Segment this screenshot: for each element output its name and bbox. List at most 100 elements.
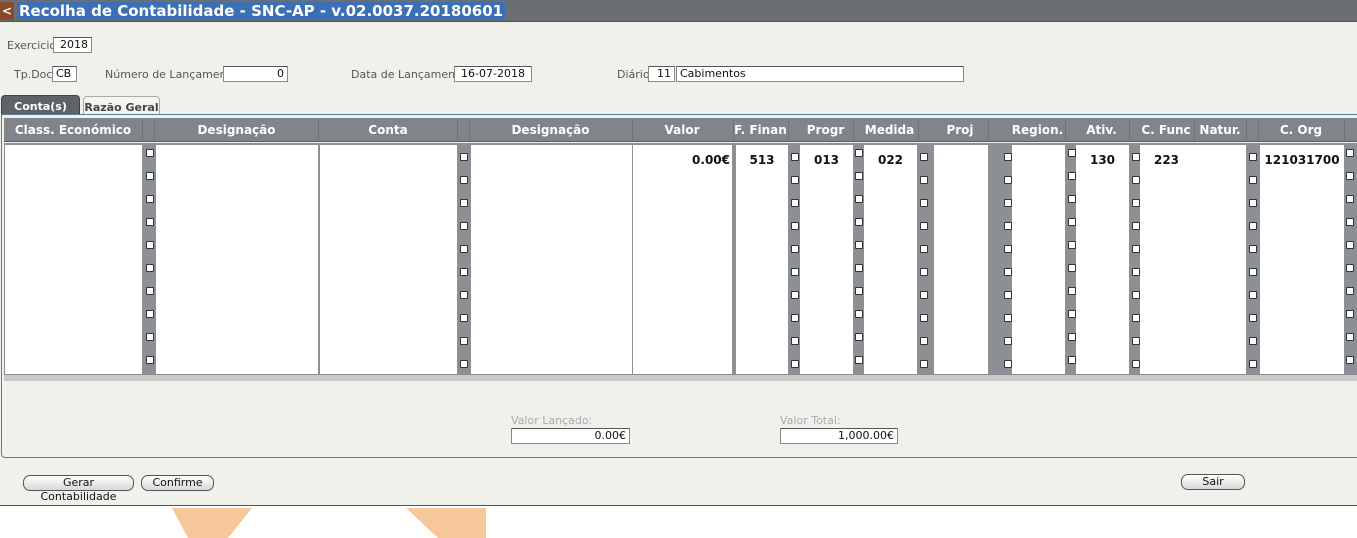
row-select-checkbox[interactable] (1346, 195, 1354, 203)
row-select-checkbox[interactable] (791, 245, 799, 253)
row-select-checkbox[interactable] (1004, 314, 1012, 322)
row-select-checkbox[interactable] (791, 314, 799, 322)
row-select-checkbox[interactable] (1004, 291, 1012, 299)
row-select-checkbox[interactable] (146, 356, 154, 364)
row-select-checkbox[interactable] (791, 291, 799, 299)
col-header-designacao-1[interactable]: Designação (156, 118, 317, 142)
row-select-checkbox[interactable] (1068, 264, 1076, 272)
row-select-checkbox[interactable] (1346, 287, 1354, 295)
row-select-checkbox[interactable] (855, 218, 863, 226)
row-select-checkbox[interactable] (1004, 360, 1012, 368)
col-header-conta[interactable]: Conta (319, 118, 457, 142)
tpdoc-field[interactable]: CB (52, 66, 77, 82)
row-select-checkbox[interactable] (1132, 245, 1140, 253)
row-select-checkbox[interactable] (1068, 218, 1076, 226)
grid-col-medida[interactable] (864, 145, 917, 374)
row-select-checkbox[interactable] (920, 199, 928, 207)
cell-valor[interactable]: 0.00€ (633, 153, 730, 167)
grid-col-proj[interactable] (934, 145, 988, 374)
col-header-natur[interactable]: Natur. (1194, 118, 1246, 142)
cell-c-func[interactable]: 223 (1140, 153, 1193, 167)
row-select-checkbox[interactable] (460, 245, 468, 253)
row-select-checkbox[interactable] (855, 172, 863, 180)
row-select-checkbox[interactable] (920, 245, 928, 253)
row-select-checkbox[interactable] (1132, 337, 1140, 345)
row-select-checkbox[interactable] (1132, 314, 1140, 322)
row-select-checkbox[interactable] (1132, 176, 1140, 184)
row-select-checkbox[interactable] (146, 149, 154, 157)
row-select-checkbox[interactable] (1068, 356, 1076, 364)
row-select-checkbox[interactable] (1249, 360, 1257, 368)
cell-c-org[interactable]: 121031700 (1260, 153, 1344, 167)
row-select-checkbox[interactable] (1068, 195, 1076, 203)
row-select-checkbox[interactable] (1249, 268, 1257, 276)
row-select-checkbox[interactable] (146, 195, 154, 203)
row-select-checkbox[interactable] (920, 337, 928, 345)
row-select-checkbox[interactable] (1004, 245, 1012, 253)
row-select-checkbox[interactable] (1004, 153, 1012, 161)
row-select-checkbox[interactable] (1249, 176, 1257, 184)
row-select-checkbox[interactable] (791, 199, 799, 207)
row-select-checkbox[interactable] (1004, 176, 1012, 184)
row-select-checkbox[interactable] (1068, 310, 1076, 318)
data-lancamento-field[interactable]: 16-07-2018 (454, 66, 532, 82)
row-select-checkbox[interactable] (1249, 291, 1257, 299)
diario-name-field[interactable]: Cabimentos (676, 66, 964, 82)
col-header-region[interactable]: Region. (1010, 118, 1065, 142)
col-header-class-economico[interactable]: Class. Económico (4, 118, 142, 142)
cell-medida[interactable]: 022 (864, 153, 917, 167)
row-select-checkbox[interactable] (1068, 287, 1076, 295)
row-select-checkbox[interactable] (1068, 149, 1076, 157)
cell-ativ[interactable]: 130 (1076, 153, 1129, 167)
row-select-checkbox[interactable] (791, 360, 799, 368)
row-select-checkbox[interactable] (1249, 153, 1257, 161)
row-select-checkbox[interactable] (460, 337, 468, 345)
row-select-checkbox[interactable] (1132, 153, 1140, 161)
grid-col-designacao-1[interactable] (156, 145, 318, 374)
col-header-proj[interactable]: Proj (932, 118, 988, 142)
col-header-progr[interactable]: Progr (798, 118, 853, 142)
row-select-checkbox[interactable] (1004, 222, 1012, 230)
diario-code-field[interactable]: 11 (648, 66, 675, 82)
row-select-checkbox[interactable] (146, 241, 154, 249)
row-select-checkbox[interactable] (1346, 356, 1354, 364)
row-select-checkbox[interactable] (791, 337, 799, 345)
row-select-checkbox[interactable] (791, 268, 799, 276)
row-select-checkbox[interactable] (1132, 268, 1140, 276)
row-select-checkbox[interactable] (460, 268, 468, 276)
row-select-checkbox[interactable] (1068, 333, 1076, 341)
row-select-checkbox[interactable] (1132, 291, 1140, 299)
grid-col-designacao-2[interactable] (471, 145, 632, 374)
row-select-checkbox[interactable] (146, 287, 154, 295)
col-header-valor[interactable]: Valor (632, 118, 732, 142)
row-select-checkbox[interactable] (1068, 172, 1076, 180)
row-select-checkbox[interactable] (855, 287, 863, 295)
row-select-checkbox[interactable] (920, 153, 928, 161)
row-select-checkbox[interactable] (920, 176, 928, 184)
row-select-checkbox[interactable] (460, 360, 468, 368)
row-select-checkbox[interactable] (855, 310, 863, 318)
row-select-checkbox[interactable] (791, 153, 799, 161)
row-select-checkbox[interactable] (920, 222, 928, 230)
row-select-checkbox[interactable] (1132, 360, 1140, 368)
col-header-f-finan[interactable]: F. Finan (733, 118, 788, 142)
col-header-designacao-2[interactable]: Designação (470, 118, 631, 142)
row-select-checkbox[interactable] (460, 314, 468, 322)
cell-f-finan[interactable]: 513 (736, 153, 788, 167)
row-select-checkbox[interactable] (1346, 241, 1354, 249)
row-select-checkbox[interactable] (1346, 333, 1354, 341)
row-select-checkbox[interactable] (791, 222, 799, 230)
row-select-checkbox[interactable] (791, 176, 799, 184)
row-select-checkbox[interactable] (1249, 314, 1257, 322)
row-select-checkbox[interactable] (460, 291, 468, 299)
grid-col-class-economico[interactable] (5, 145, 142, 374)
row-select-checkbox[interactable] (1132, 199, 1140, 207)
row-select-checkbox[interactable] (146, 333, 154, 341)
back-arrow-icon[interactable]: < (0, 2, 14, 20)
row-select-checkbox[interactable] (855, 333, 863, 341)
row-select-checkbox[interactable] (146, 218, 154, 226)
exercicio-field[interactable]: 2018 (53, 37, 92, 53)
row-select-checkbox[interactable] (855, 356, 863, 364)
grid-col-c-func-natur[interactable] (1140, 145, 1246, 374)
row-select-checkbox[interactable] (460, 199, 468, 207)
